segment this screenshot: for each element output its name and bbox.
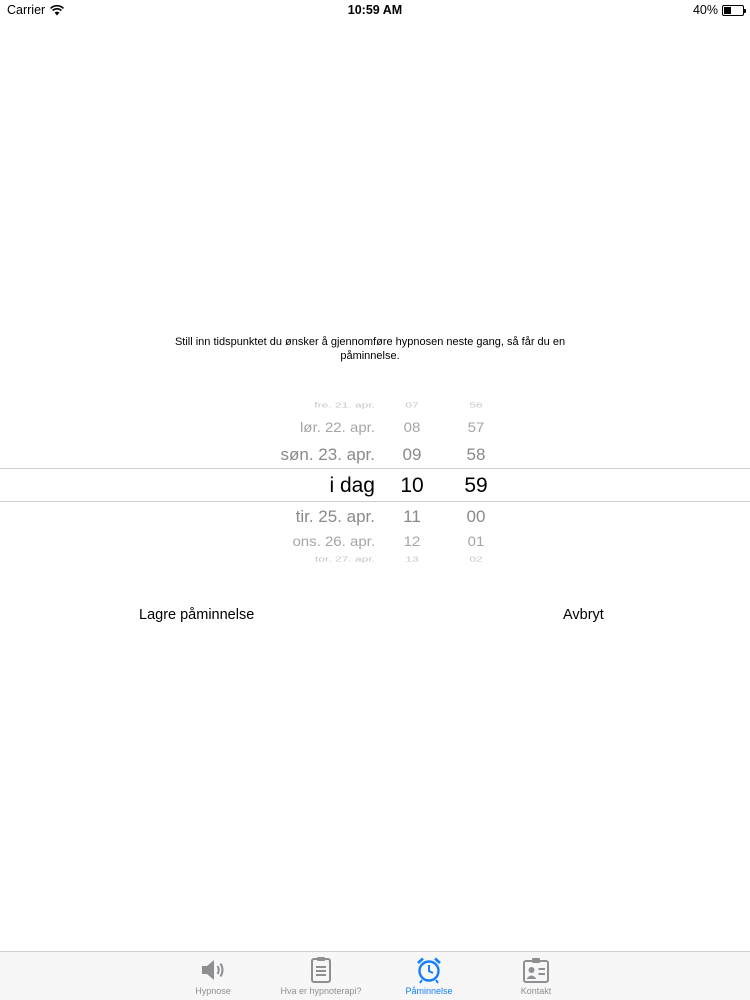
tab-bar: Hypnose Hva er hypnoterapi? Påminnelse K… xyxy=(0,951,750,1000)
picker-minute: 00 xyxy=(466,506,486,526)
tab-label: Kontakt xyxy=(520,986,552,996)
clipboard-icon xyxy=(311,957,331,983)
date-time-picker[interactable]: fre. 21. apr. 07 56 lør. 22. apr. 08 57 søn. 2… xyxy=(0,396,750,572)
battery-icon xyxy=(722,4,746,16)
tab-hypnose[interactable]: Hypnose xyxy=(163,952,263,1000)
battery-percent: 40% xyxy=(692,3,718,17)
picker-date: ons. 26. apr. xyxy=(292,534,375,550)
status-time: 10:59 AM xyxy=(347,3,403,17)
picker-minute: 57 xyxy=(467,420,485,436)
cancel-button[interactable]: Avbryt xyxy=(563,607,604,623)
speaker-icon xyxy=(202,960,224,980)
picker-hour: 09 xyxy=(402,444,422,464)
picker-selection-top-line xyxy=(0,468,750,469)
picker-date: lør. 22. apr. xyxy=(299,420,375,436)
instruction-text: Still inn tidspunktet du ønsker å gjenno… xyxy=(174,336,566,362)
picker-date: tir. 25. apr. xyxy=(295,506,375,526)
picker-date: søn. 23. apr. xyxy=(280,444,376,464)
save-reminder-button[interactable]: Lagre påminnelse xyxy=(139,607,254,623)
picker-date: tor. 27. apr. xyxy=(314,554,375,564)
picker-date: i dag xyxy=(329,474,375,498)
picker-hour: 08 xyxy=(403,420,421,436)
picker-hour: 12 xyxy=(403,534,421,550)
picker-selection-bottom-line xyxy=(0,501,750,502)
tab-hva-er-hypnoterapi[interactable]: Hva er hypnoterapi? xyxy=(271,952,371,1000)
reminder-screen: Carrier 10:59 AM 40% Still inn tidspunkt… xyxy=(0,0,750,1000)
picker-minute: 56 xyxy=(469,400,483,410)
picker-date: fre. 21. apr. xyxy=(314,400,375,410)
tab-kontakt[interactable]: Kontakt xyxy=(486,952,586,1000)
picker-hour: 07 xyxy=(405,400,419,410)
picker-minute: 58 xyxy=(466,444,486,464)
picker-hour: 13 xyxy=(405,554,419,564)
picker-minute: 02 xyxy=(469,554,483,564)
alarm-clock-icon xyxy=(417,957,441,984)
tab-paminnelse[interactable]: Påminnelse xyxy=(379,952,479,1000)
picker-hour: 10 xyxy=(400,474,424,498)
picker-hour: 11 xyxy=(403,506,421,526)
status-bar: Carrier 10:59 AM 40% xyxy=(0,0,750,22)
picker-minute: 01 xyxy=(467,534,485,550)
battery-level xyxy=(724,6,732,14)
contact-card-icon xyxy=(523,958,549,983)
picker-minute: 59 xyxy=(464,474,488,498)
